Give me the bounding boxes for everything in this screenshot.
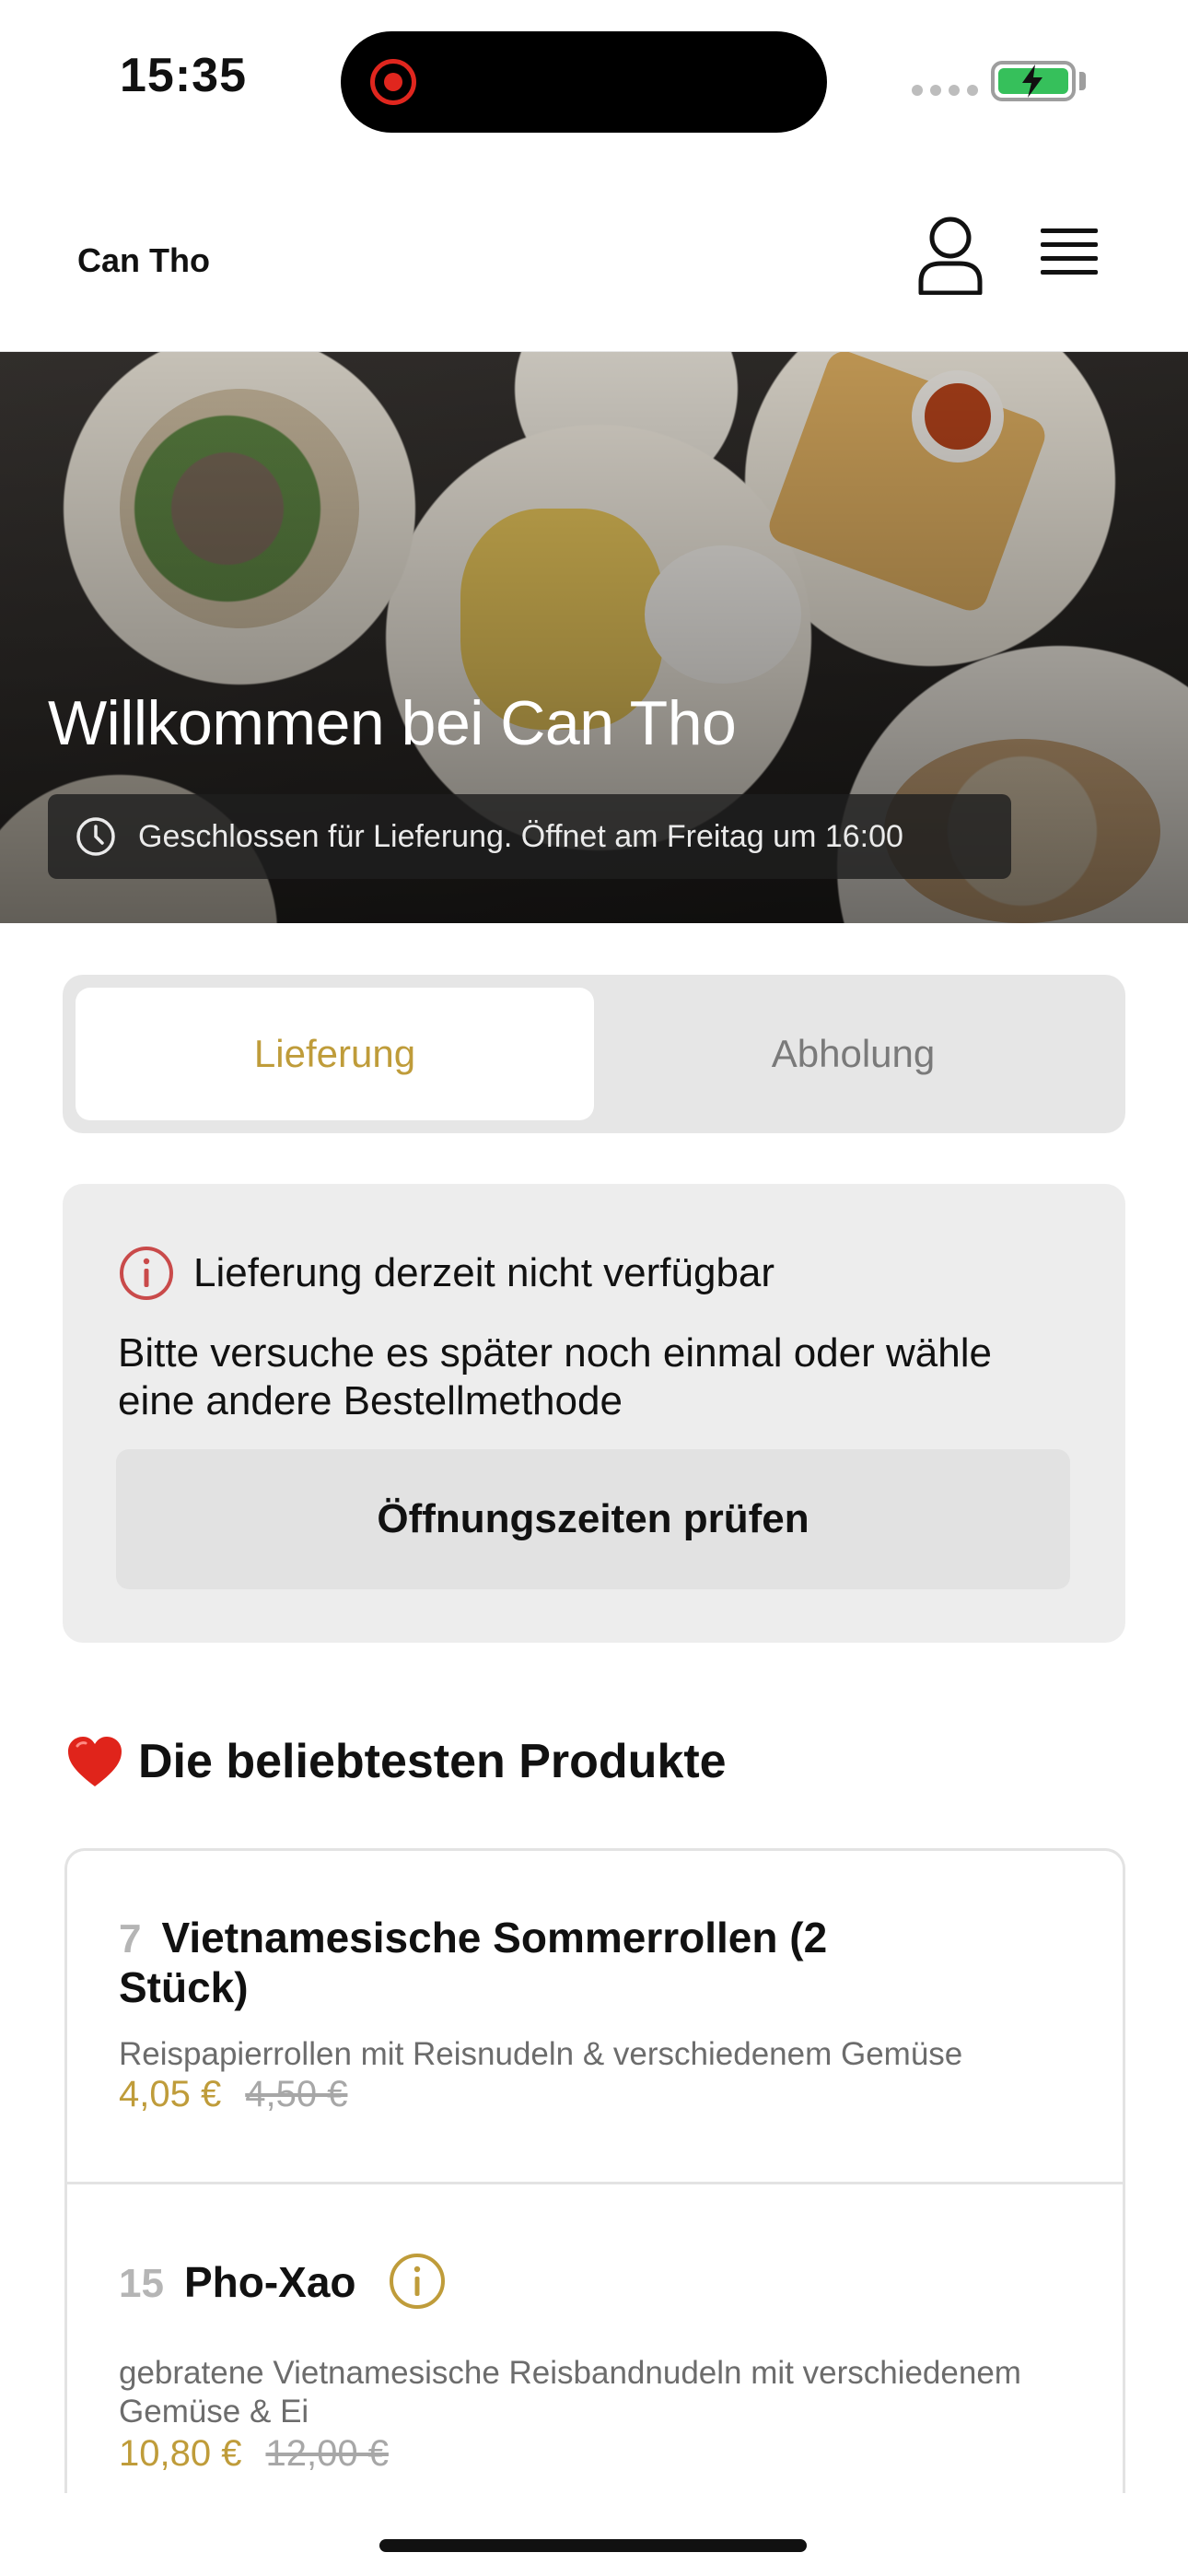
battery-charging-icon bbox=[991, 61, 1076, 101]
popular-title: Die beliebtesten Produkte bbox=[138, 1735, 727, 1788]
product-name: Vietnamesische Sommerrollen (2 Stück) bbox=[119, 1914, 828, 2011]
product-price-row: 10,80 € 12,00 € bbox=[119, 2433, 389, 2475]
notice-body: Bitte versuche es später noch einmal ode… bbox=[118, 1330, 992, 1423]
product-number: 15 bbox=[119, 2261, 164, 2306]
product-list: 7 Vietnamesische Sommerrollen (2 Stück) R… bbox=[64, 1848, 1125, 2493]
hamburger-menu-icon[interactable] bbox=[1041, 228, 1101, 282]
info-circle-icon bbox=[120, 1247, 173, 1300]
status-time: 15:35 bbox=[120, 49, 247, 102]
dynamic-island bbox=[341, 31, 827, 133]
delivery-status-text: Geschlossen für Lieferung. Öffnet am Fre… bbox=[138, 818, 903, 854]
brand-name[interactable]: Can Tho bbox=[77, 241, 210, 280]
info-circle-icon[interactable] bbox=[388, 2252, 447, 2311]
recording-indicator-icon bbox=[370, 59, 416, 105]
product-price: 10,80 € bbox=[119, 2433, 242, 2474]
popular-products-heading: Die beliebtesten Produkte bbox=[66, 1734, 727, 1789]
status-bar: 15:35 bbox=[0, 0, 1188, 157]
product-card[interactable]: 7 Vietnamesische Sommerrollen (2 Stück) R… bbox=[67, 1851, 1123, 2184]
app-header: Can Tho bbox=[0, 157, 1188, 352]
product-price: 4,05 € bbox=[119, 2074, 222, 2114]
order-mode-toggle: Lieferung Abholung bbox=[63, 975, 1125, 1133]
hero-title: Willkommen bei Can Tho bbox=[48, 688, 737, 758]
product-title: 15 Pho-Xao bbox=[119, 2253, 892, 2311]
product-old-price: 12,00 € bbox=[265, 2433, 389, 2474]
home-indicator[interactable] bbox=[379, 2539, 807, 2552]
heart-icon bbox=[68, 1737, 122, 1786]
product-card[interactable]: 15 Pho-Xao gebratene Vietnamesische Reisb… bbox=[67, 2184, 1123, 2493]
notice-title: Lieferung derzeit nicht verfügbar bbox=[193, 1250, 775, 1295]
delivery-unavailable-notice: Lieferung derzeit nicht verfügbar Bitte … bbox=[63, 1184, 1125, 1643]
delivery-status-pill: Geschlossen für Lieferung. Öffnet am Fre… bbox=[48, 794, 1011, 879]
product-description: gebratene Vietnamesische Reisbandnudeln … bbox=[119, 2355, 1021, 2430]
tab-pickup[interactable]: Abholung bbox=[594, 988, 1112, 1120]
product-price-row: 4,05 € 4,50 € bbox=[119, 2074, 347, 2115]
cellular-signal-icon bbox=[912, 85, 978, 96]
product-old-price: 4,50 € bbox=[245, 2074, 348, 2114]
battery-cap bbox=[1079, 72, 1086, 90]
hero-banner: Willkommen bei Can Tho Geschlossen für L… bbox=[0, 352, 1188, 923]
product-number: 7 bbox=[119, 1916, 142, 1961]
check-opening-hours-button[interactable]: Öffnungszeiten prüfen bbox=[116, 1449, 1070, 1589]
clock-icon bbox=[76, 817, 115, 856]
product-description: Reispapierrollen mit Reisnudeln & versch… bbox=[119, 2036, 963, 2072]
user-icon[interactable] bbox=[915, 216, 985, 296]
tab-delivery[interactable]: Lieferung bbox=[76, 988, 594, 1120]
product-title: 7 Vietnamesische Sommerrollen (2 Stück) bbox=[119, 1914, 892, 2011]
product-name: Pho-Xao bbox=[183, 2258, 356, 2306]
